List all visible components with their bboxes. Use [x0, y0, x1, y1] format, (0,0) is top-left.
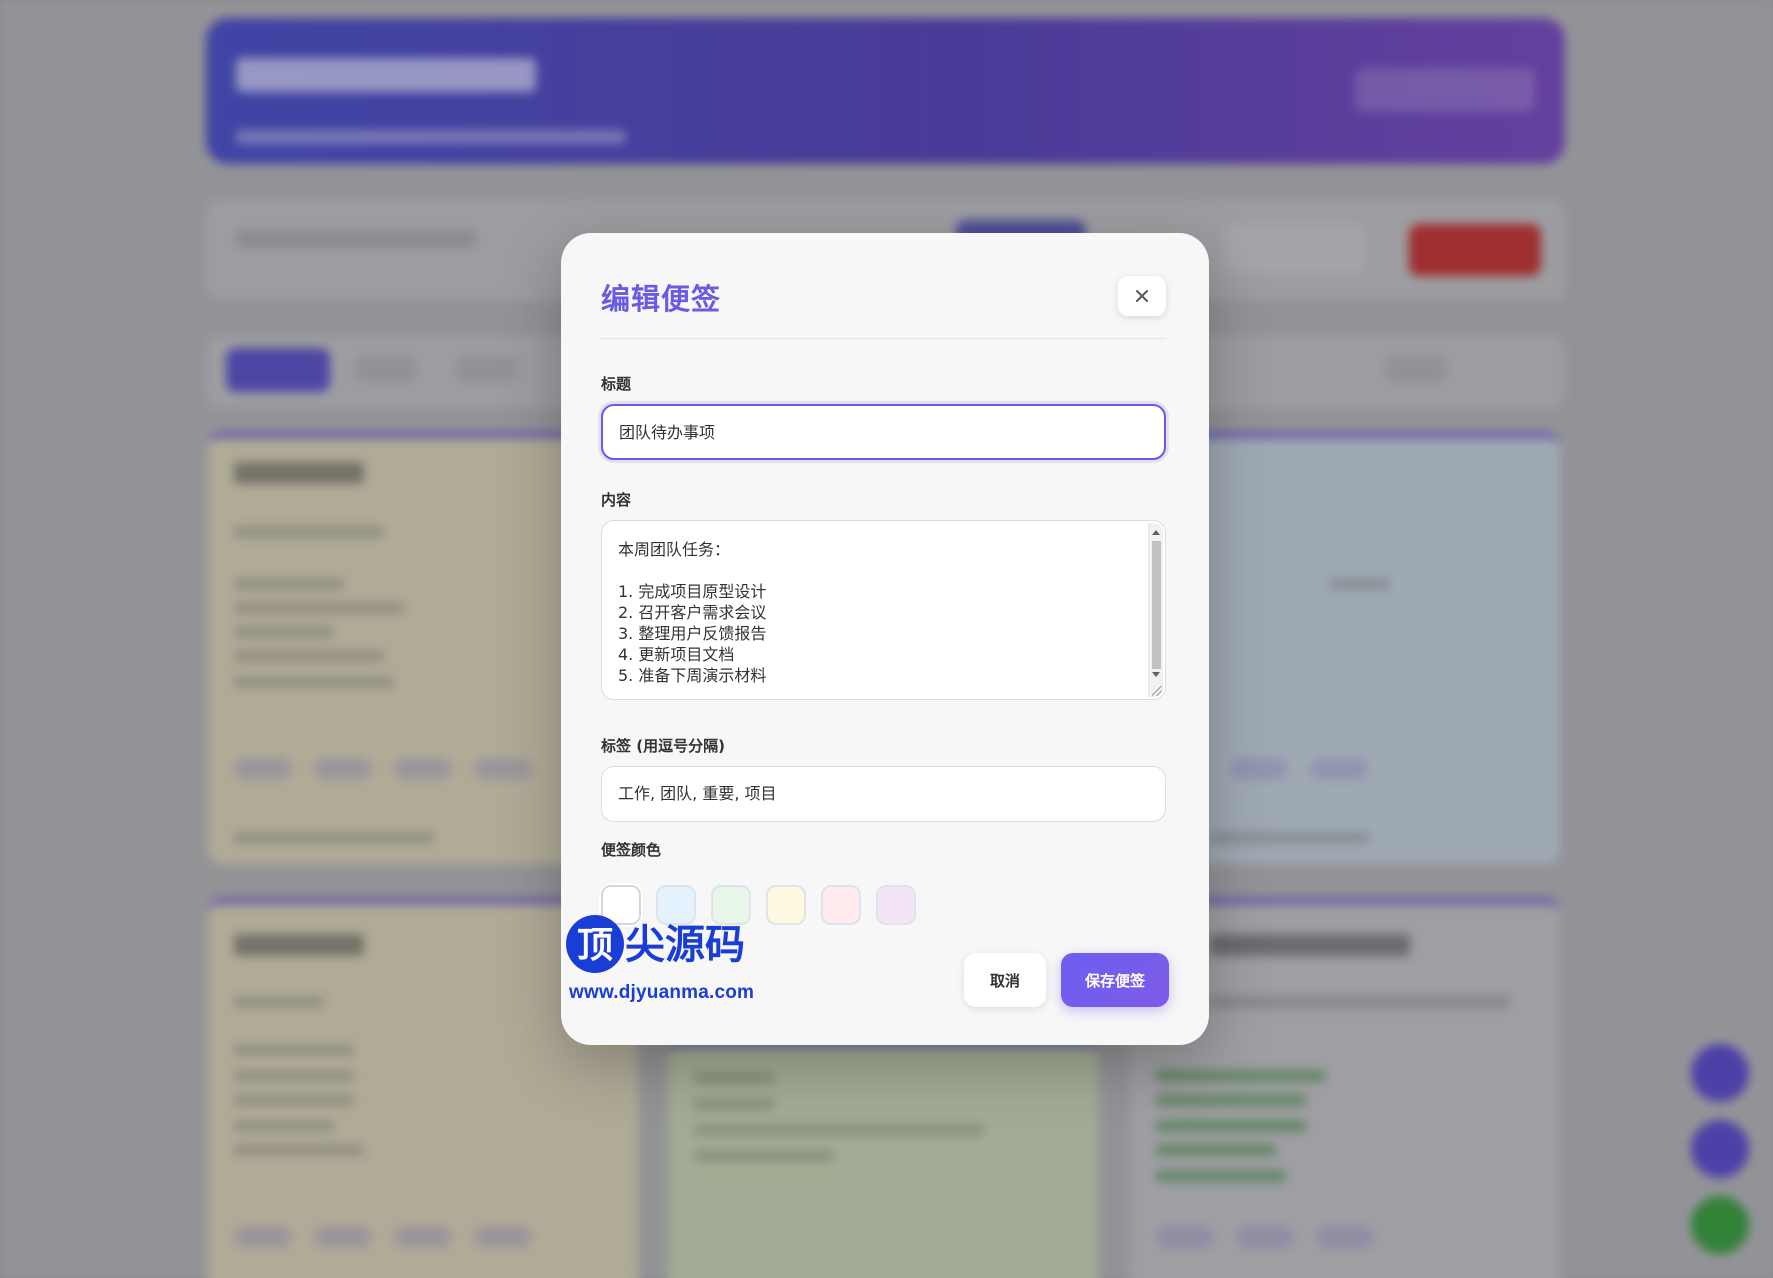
content-line: 3. 整理用户反馈报告	[618, 624, 767, 643]
watermark-logo: 顶 尖源码 www.djyuanma.com	[561, 910, 761, 1003]
scroll-down-arrow-icon[interactable]	[1152, 672, 1160, 677]
color-swatch-purple[interactable]	[876, 885, 916, 925]
textarea-scrollbar[interactable]	[1148, 523, 1163, 697]
resize-handle-icon[interactable]	[1152, 686, 1162, 696]
svg-text:顶: 顶	[577, 925, 613, 966]
cancel-button[interactable]: 取消	[964, 953, 1046, 1007]
color-swatch-yellow[interactable]	[766, 885, 806, 925]
tags-label: 标签 (用逗号分隔)	[601, 737, 725, 755]
title-label: 标题	[601, 375, 632, 393]
tags-input[interactable]: 工作, 团队, 重要, 项目	[601, 766, 1166, 822]
content-label: 内容	[601, 491, 632, 509]
modal-title: 编辑便签	[601, 282, 722, 316]
scroll-up-arrow-icon[interactable]	[1152, 530, 1160, 535]
content-line: 4. 更新项目文档	[618, 645, 735, 664]
scroll-thumb[interactable]	[1152, 541, 1161, 669]
content-line: 2. 召开客户需求会议	[618, 603, 767, 622]
divider	[601, 338, 1166, 339]
save-note-button[interactable]: 保存便签	[1061, 953, 1169, 1007]
content-line: 1. 完成项目原型设计	[618, 582, 767, 601]
watermark-brand-icon: 顶 尖源码	[566, 915, 745, 973]
color-label: 便签颜色	[601, 841, 662, 859]
close-button[interactable]	[1118, 276, 1166, 316]
title-input[interactable]: 团队待办事项	[601, 404, 1166, 460]
svg-text:尖源码: 尖源码	[625, 922, 745, 968]
content-textarea[interactable]: 本周团队任务： 1. 完成项目原型设计 2. 召开客户需求会议 3. 整理用户反…	[601, 520, 1166, 700]
content-line	[618, 560, 1149, 581]
color-swatch-red[interactable]	[821, 885, 861, 925]
watermark-url: www.djyuanma.com	[569, 982, 755, 1003]
content-line: 本周团队任务：	[618, 540, 731, 559]
close-icon	[1136, 290, 1148, 302]
content-line: 5. 准备下周演示材料	[618, 666, 767, 685]
